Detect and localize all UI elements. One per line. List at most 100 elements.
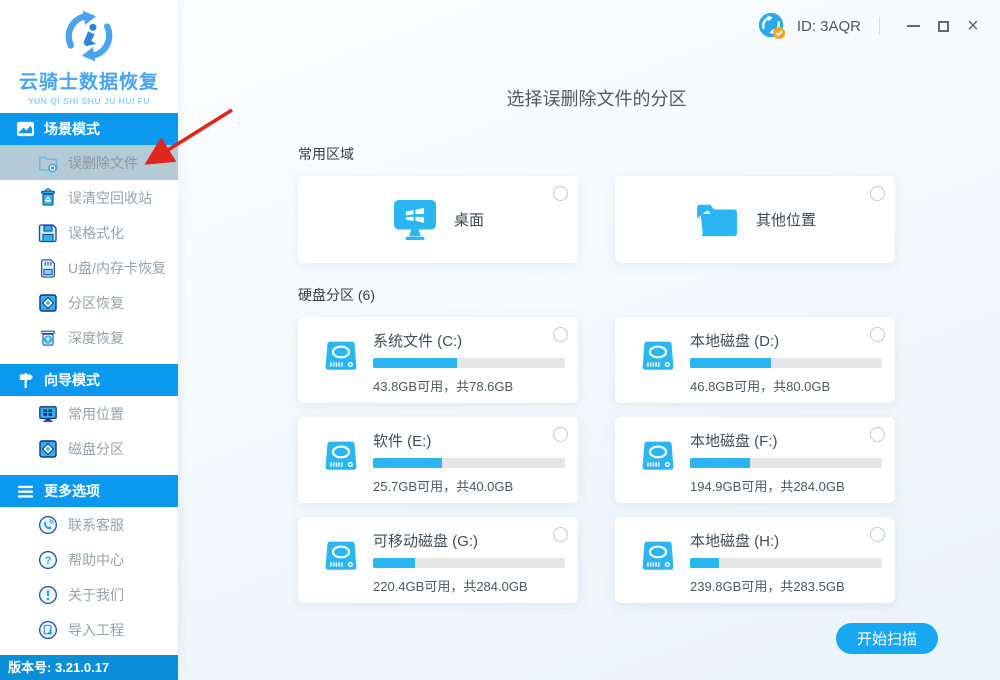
content-area: 选择误删除文件的分区 常用区域 桌面 其他位置 硬盘分区 (6) 系统文件 (C…	[298, 85, 895, 603]
partition-card-c[interactable]: 系统文件 (C:) 43.8GB可用，共78.6GB	[298, 317, 578, 403]
location-card-other[interactable]: 其他位置	[615, 176, 895, 263]
partition-detail: 25.7GB可用，共40.0GB	[373, 479, 514, 494]
usage-bar	[690, 558, 882, 568]
usage-bar-fill	[373, 458, 443, 468]
import-icon	[39, 620, 57, 639]
partition-detail: 43.8GB可用，共78.6GB	[373, 379, 514, 394]
section-header-scene-mode[interactable]: 场景模式	[0, 113, 178, 145]
sidebar-item-deep-recovery[interactable]: 深度恢复	[0, 320, 178, 355]
partition-name: 本地磁盘 (H:)	[690, 533, 780, 550]
sidebar-item-deleted-files[interactable]: 误删除文件	[0, 145, 178, 180]
drive-icon	[325, 441, 357, 470]
sidebar-item-recycle-bin[interactable]: 误清空回收站	[0, 180, 178, 215]
section-header-more-options[interactable]: 更多选项	[0, 475, 178, 507]
close-icon: ×	[967, 15, 979, 37]
section-header-wizard-mode[interactable]: 向导模式	[0, 364, 178, 396]
wizard-mode-icon	[19, 372, 34, 388]
sidebar-item-help-center[interactable]: ? 帮助中心	[0, 542, 178, 577]
titlebar-divider	[879, 17, 880, 35]
location-card-label: 桌面	[453, 212, 484, 229]
close-button[interactable]: ×	[962, 15, 984, 37]
radio-partition-f[interactable]	[870, 427, 885, 442]
phone-icon	[39, 515, 57, 534]
usage-bar	[373, 558, 565, 568]
format-icon	[38, 223, 57, 242]
recycle-bin-icon	[41, 187, 55, 206]
partition-detail: 46.8GB可用，共80.0GB	[690, 379, 831, 394]
radio-partition-g[interactable]	[553, 527, 568, 542]
sidebar-item-disk-partitions[interactable]: 磁盘分区	[0, 431, 178, 466]
sidebar-item-label: 分区恢复	[68, 294, 124, 311]
sidebar-item-usb-sd-recovery[interactable]: U盘/内存卡恢复	[0, 250, 178, 285]
section-label: 向导模式	[44, 372, 100, 388]
drive-icon	[325, 341, 357, 370]
partition-card-g[interactable]: 可移动磁盘 (G:) 220.4GB可用，共284.0GB	[298, 517, 578, 603]
sidebar-item-import-project[interactable]: 导入工程	[0, 612, 178, 647]
drive-icon	[642, 441, 674, 470]
sidebar-item-label: 常用位置	[68, 405, 124, 422]
start-scan-button[interactable]: 开始扫描	[836, 623, 938, 654]
sidebar-item-contact-support[interactable]: 联系客服	[0, 507, 178, 542]
partition-card-e[interactable]: 软件 (E:) 25.7GB可用，共40.0GB	[298, 417, 578, 503]
version-bar: 版本号: 3.21.0.17	[0, 655, 178, 680]
open-folder-icon	[697, 204, 737, 236]
radio-partition-c[interactable]	[553, 327, 568, 342]
sidebar-item-about-us[interactable]: 关于我们	[0, 577, 178, 612]
partition-name: 系统文件 (C:)	[373, 333, 463, 350]
partition-detail: 220.4GB可用，共284.0GB	[373, 579, 528, 594]
usage-bar	[690, 358, 882, 368]
minimize-icon	[906, 25, 920, 27]
logo-title: 云骑士数据恢复	[18, 72, 159, 93]
partition-card-h[interactable]: 本地磁盘 (H:) 239.8GB可用，共283.5GB	[615, 517, 895, 603]
sidebar-item-label: 误格式化	[68, 224, 124, 241]
deleted-file-icon	[39, 156, 58, 172]
sidebar-item-label: U盘/内存卡恢复	[68, 259, 166, 276]
monitor-icon	[39, 405, 57, 422]
common-area-grid: 桌面 其他位置	[298, 176, 895, 263]
usage-bar-fill	[690, 558, 719, 568]
sidebar-item-partition-recovery[interactable]: 分区恢复	[0, 285, 178, 320]
svg-text:?: ?	[45, 554, 52, 566]
partition-card-d[interactable]: 本地磁盘 (D:) 46.8GB可用，共80.0GB	[615, 317, 895, 403]
section-label: 场景模式	[44, 121, 100, 137]
common-area-label: 常用区域	[298, 146, 354, 162]
location-card-desktop[interactable]: 桌面	[298, 176, 578, 263]
minimize-button[interactable]	[902, 15, 924, 37]
radio-desktop[interactable]	[553, 186, 568, 201]
partition-name: 本地磁盘 (D:)	[690, 333, 780, 350]
sd-card-icon	[41, 258, 55, 278]
sidebar-item-formatted[interactable]: 误格式化	[0, 215, 178, 250]
usage-bar	[373, 358, 565, 368]
radio-other-location[interactable]	[870, 186, 885, 201]
sidebar-item-label: 误删除文件	[68, 154, 138, 171]
logo-subtitle: YUN QI SHI SHU JU HUI FU	[27, 96, 151, 106]
usage-bar-fill	[373, 558, 416, 568]
maximize-button[interactable]	[932, 15, 954, 37]
logo: 云骑士数据恢复 YUN QI SHI SHU JU HUI FU	[0, 0, 178, 113]
usage-bar	[373, 458, 565, 468]
radio-partition-e[interactable]	[553, 427, 568, 442]
user-id-label: ID: 3AQR	[796, 17, 861, 35]
usage-bar	[690, 458, 882, 468]
deep-recovery-icon	[41, 330, 55, 346]
partition-card-f[interactable]: 本地磁盘 (F:) 194.9GB可用，共284.0GB	[615, 417, 895, 503]
radio-partition-h[interactable]	[870, 527, 885, 542]
partition-name: 可移动磁盘 (G:)	[373, 533, 478, 550]
maximize-icon	[937, 20, 949, 32]
usage-bar-fill	[690, 358, 771, 368]
disk-partition-icon	[39, 439, 57, 458]
partition-recovery-icon	[39, 293, 57, 312]
sidebar-item-label: 帮助中心	[68, 551, 124, 568]
account-logo-icon	[758, 12, 785, 40]
partition-detail: 194.9GB可用，共284.0GB	[690, 479, 845, 494]
sidebar-item-label: 联系客服	[68, 516, 124, 533]
drive-icon	[325, 541, 357, 570]
sidebar-item-label: 深度恢复	[68, 329, 124, 346]
section-label: 更多选项	[44, 483, 100, 499]
radio-partition-d[interactable]	[870, 327, 885, 342]
partitions-grid: 系统文件 (C:) 43.8GB可用，共78.6GB 本地磁盘 (D:) 46.…	[298, 317, 895, 603]
exclamation-icon	[39, 585, 57, 604]
logo-icon	[65, 10, 113, 62]
partition-detail: 239.8GB可用，共283.5GB	[690, 579, 845, 594]
sidebar-item-common-locations[interactable]: 常用位置	[0, 396, 178, 431]
